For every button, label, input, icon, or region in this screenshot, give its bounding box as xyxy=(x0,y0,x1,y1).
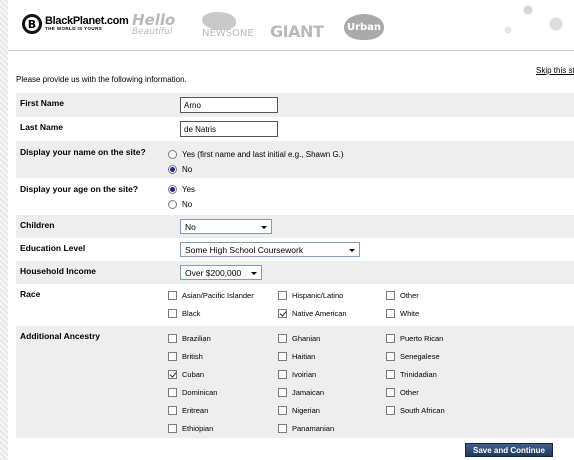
ancestry-option[interactable]: Senegalese xyxy=(386,352,440,361)
checkbox-checked[interactable] xyxy=(278,309,287,318)
education-row: Education Level Some High School Coursew… xyxy=(16,238,574,261)
radio-button-selected[interactable] xyxy=(168,165,177,174)
dropdown-arrow-icon xyxy=(349,249,355,252)
ancestry-option[interactable]: Nigerian xyxy=(278,406,320,415)
ancestry-label: Additional Ancestry xyxy=(20,331,100,341)
checkbox[interactable] xyxy=(278,352,287,361)
checkbox[interactable] xyxy=(386,370,395,379)
brand-tagline: THE WORLD IS YOURS xyxy=(45,26,103,32)
checkbox[interactable] xyxy=(168,309,177,318)
checkbox[interactable] xyxy=(278,370,287,379)
race-option[interactable]: Native American xyxy=(278,309,347,318)
ancestry-option[interactable]: South African xyxy=(386,406,445,415)
dropdown-arrow-icon xyxy=(261,226,267,229)
checkbox[interactable] xyxy=(386,309,395,318)
last-name-input[interactable]: de Natris xyxy=(180,121,278,137)
newsone-logo[interactable]: NEWSONE xyxy=(202,12,254,39)
display-age-row: Display your age on the site? Yes No xyxy=(16,178,574,215)
header-divider xyxy=(8,50,574,51)
checkbox[interactable] xyxy=(386,352,395,361)
display-name-row: Display your name on the site? Yes (firs… xyxy=(16,141,574,178)
skip-link[interactable]: Skip this st xyxy=(536,66,574,75)
checkbox[interactable] xyxy=(386,334,395,343)
checkbox[interactable] xyxy=(168,406,177,415)
checkbox[interactable] xyxy=(168,388,177,397)
race-row: Race Asian/Pacific Islander Hispanic/Lat… xyxy=(16,284,574,326)
checkbox[interactable] xyxy=(168,424,177,433)
ancestry-option[interactable]: British xyxy=(168,352,203,361)
race-label: Race xyxy=(20,289,41,299)
ancestry-option[interactable]: Ethiopian xyxy=(168,424,213,433)
children-select[interactable]: No xyxy=(180,219,272,234)
display-age-yes[interactable]: Yes xyxy=(168,185,195,194)
ancestry-option[interactable]: Panamanian xyxy=(278,424,334,433)
radio-button[interactable] xyxy=(168,200,177,209)
education-label: Education Level xyxy=(20,243,86,253)
ancestry-option[interactable]: Other xyxy=(386,388,419,397)
intro-text: Please provide us with the following inf… xyxy=(16,75,187,84)
first-name-label: First Name xyxy=(20,98,64,108)
ancestry-option[interactable]: Ivoirian xyxy=(278,370,316,379)
display-name-no[interactable]: No xyxy=(168,165,192,174)
checkbox[interactable] xyxy=(278,424,287,433)
last-name-label: Last Name xyxy=(20,122,63,132)
ancestry-option[interactable]: Jamaican xyxy=(278,388,324,397)
ancestry-option[interactable]: Eritrean xyxy=(168,406,208,415)
hello-beautiful-logo[interactable]: Hello Beautiful xyxy=(132,13,175,38)
ancestry-option[interactable]: Trinidadian xyxy=(386,370,437,379)
race-option[interactable]: Hispanic/Latino xyxy=(278,291,343,300)
last-name-row: Last Name de Natris xyxy=(16,117,574,141)
checkbox[interactable] xyxy=(168,291,177,300)
giant-logo[interactable]: GIANT xyxy=(270,22,324,41)
display-name-yes[interactable]: Yes (first name and last initial e.g., S… xyxy=(168,150,344,159)
children-label: Children xyxy=(20,220,55,230)
site-header: B BlackPlanet.com THE WORLD IS YOURS Hel… xyxy=(8,0,574,50)
children-row: Children No xyxy=(16,215,574,238)
income-select[interactable]: Over $200,000 xyxy=(180,265,262,280)
ancestry-option[interactable]: Ghanian xyxy=(278,334,320,343)
ancestry-option[interactable]: Cuban xyxy=(168,370,204,379)
display-age-no[interactable]: No xyxy=(168,200,192,209)
urban-daily-logo[interactable]: Urban xyxy=(344,14,384,40)
first-name-input[interactable]: Arno xyxy=(180,97,278,113)
income-row: Household Income Over $200,000 xyxy=(16,261,574,284)
blackplanet-b-icon: B xyxy=(22,14,42,34)
income-label: Household Income xyxy=(20,266,97,276)
ancestry-option[interactable]: Haitian xyxy=(278,352,315,361)
left-pattern-strip xyxy=(0,0,8,460)
save-and-continue-button[interactable]: Save and Continue xyxy=(465,443,553,457)
display-name-label: Display your name on the site? xyxy=(20,147,146,157)
checkbox[interactable] xyxy=(386,291,395,300)
race-option[interactable]: Asian/Pacific Islander xyxy=(168,291,254,300)
education-select[interactable]: Some High School Coursework xyxy=(180,242,360,257)
ancestry-option[interactable]: Puerto Rican xyxy=(386,334,443,343)
radio-button[interactable] xyxy=(168,150,177,159)
radio-button-selected[interactable] xyxy=(168,185,177,194)
checkbox[interactable] xyxy=(168,352,177,361)
checkbox[interactable] xyxy=(278,334,287,343)
checkbox[interactable] xyxy=(278,388,287,397)
race-option[interactable]: Black xyxy=(168,309,200,318)
checkbox-checked[interactable] xyxy=(168,370,177,379)
display-age-label: Display your age on the site? xyxy=(20,184,139,194)
checkbox[interactable] xyxy=(386,406,395,415)
blackplanet-logo[interactable]: B BlackPlanet.com THE WORLD IS YOURS xyxy=(22,14,129,34)
checkbox[interactable] xyxy=(168,334,177,343)
race-option[interactable]: White xyxy=(386,309,419,318)
ancestry-option[interactable]: Dominican xyxy=(168,388,217,397)
checkbox[interactable] xyxy=(278,291,287,300)
ancestry-option[interactable]: Brazilian xyxy=(168,334,211,343)
race-option[interactable]: Other xyxy=(386,291,419,300)
first-name-row: First Name Arno xyxy=(16,93,574,117)
dropdown-arrow-icon xyxy=(251,272,257,275)
checkbox[interactable] xyxy=(386,388,395,397)
checkbox[interactable] xyxy=(278,406,287,415)
ancestry-row: Additional Ancestry Brazilian Ghanian Pu… xyxy=(16,326,574,438)
